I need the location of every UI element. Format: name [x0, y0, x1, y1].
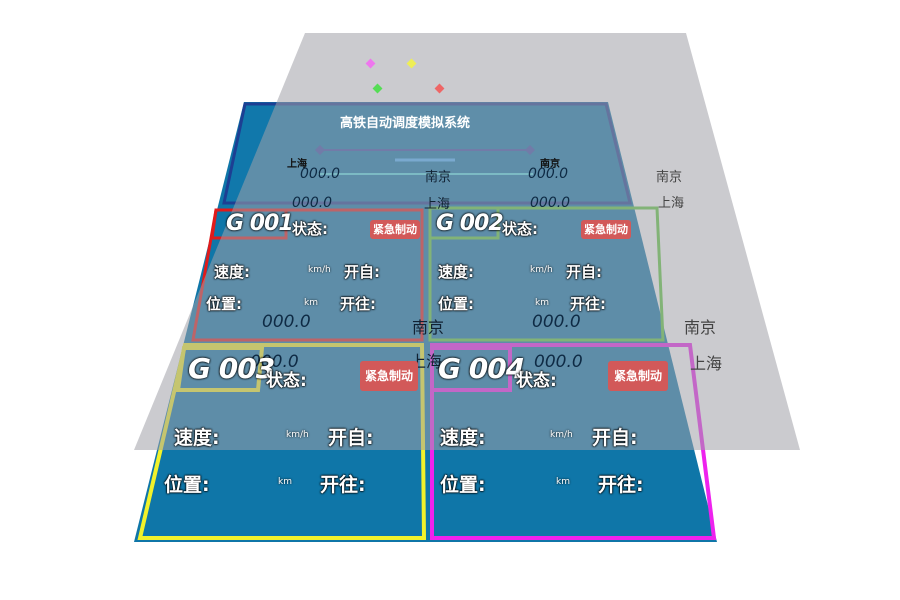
route-upper-right-value: 000.0 [528, 166, 569, 182]
g004-speed-label: 速度: [440, 427, 486, 449]
side-city-bottom-1: 南京 [684, 318, 717, 337]
g004-emergency-brake-button[interactable]: 紧急制动 [608, 361, 668, 391]
g001-position-unit: km [304, 298, 318, 308]
g003-speed-label: 速度: [174, 427, 220, 449]
g002-to-label: 开往: [570, 295, 606, 313]
g004-status-label: 状态: [516, 371, 557, 391]
g003-from-label: 开自: [328, 427, 374, 449]
g003-emergency-brake-button[interactable]: 紧急制动 [360, 361, 418, 391]
route-lower-left-value: 000.0 [292, 195, 333, 211]
train-id-g002: G 002 [436, 211, 504, 236]
g001-from-label: 开自: [344, 263, 380, 281]
g003-speed-unit: km/h [286, 430, 309, 440]
g002-position-label: 位置: [438, 295, 474, 313]
train-id-g003: G 003 [188, 352, 275, 385]
g001-position-label: 位置: [206, 295, 242, 313]
g002-speed-unit: km/h [530, 265, 553, 275]
route-upper-center-city: 南京 [425, 170, 452, 185]
route-lower-center-city: 上海 [424, 197, 451, 212]
g003-to-label: 开往: [320, 474, 366, 496]
g001-speed-label: 速度: [214, 263, 250, 281]
g001-speed-unit: km/h [308, 265, 331, 275]
g002-from-label: 开自: [566, 263, 602, 281]
train-id-g004: G 004 [438, 352, 525, 385]
g003-status-label: 状态: [266, 371, 307, 391]
g004-from-label: 开自: [592, 427, 638, 449]
middle-city-upper: 南京 [412, 318, 445, 337]
g003-position-label: 位置: [164, 474, 210, 496]
side-city-top-1: 南京 [656, 170, 683, 185]
train-id-g001: G 001 [226, 211, 294, 236]
route-upper-left-value: 000.0 [300, 166, 341, 182]
g002-emergency-brake-button[interactable]: 紧急制动 [581, 220, 631, 239]
route-lower-right-value: 000.0 [530, 195, 571, 211]
g002-position-unit: km [535, 298, 549, 308]
g004-position-unit: km [556, 477, 570, 487]
g001-to-label: 开往: [340, 295, 376, 313]
g002-status-label: 状态: [502, 220, 538, 238]
g001-emergency-brake-button[interactable]: 紧急制动 [370, 220, 420, 239]
middle-value-right: 000.0 [532, 312, 581, 332]
middle-value-left: 000.0 [262, 312, 311, 332]
g004-position-label: 位置: [440, 474, 486, 496]
side-city-bottom-2: 上海 [690, 354, 723, 373]
g004-to-label: 开往: [598, 474, 644, 496]
page-title: 高铁自动调度模拟系统 [339, 116, 470, 131]
side-city-top-2: 上海 [658, 196, 685, 211]
g003-position-unit: km [278, 477, 292, 487]
g004-speed-unit: km/h [550, 430, 573, 440]
g002-speed-label: 速度: [438, 263, 474, 281]
overlay-plane [134, 33, 800, 450]
g001-status-label: 状态: [292, 220, 328, 238]
